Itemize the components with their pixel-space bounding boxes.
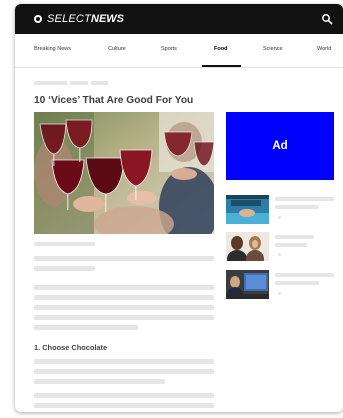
related-title-placeholder xyxy=(275,197,334,201)
breadcrumb-placeholder xyxy=(34,81,67,85)
category-nav: Breaking News Culture Sports Food Scienc… xyxy=(15,34,343,68)
related-meta-placeholder xyxy=(278,292,281,295)
breadcrumb-placeholder xyxy=(70,81,88,85)
ad-label: Ad xyxy=(272,140,288,152)
nav-item-sports[interactable]: Sports xyxy=(161,46,177,52)
logo-circle-icon xyxy=(34,15,42,23)
text-line-placeholder xyxy=(34,285,214,290)
article-title: 10 ‘Vices’ That Are Good For You xyxy=(34,95,194,106)
logo-select-text: SELECT xyxy=(47,13,91,25)
text-line-placeholder xyxy=(34,359,214,364)
text-line-placeholder xyxy=(34,403,214,408)
advertisement[interactable]: Ad xyxy=(226,112,334,180)
text-line-placeholder xyxy=(34,305,214,310)
related-title-placeholder xyxy=(275,205,319,209)
text-line-placeholder xyxy=(34,325,138,330)
image-caption-placeholder xyxy=(34,242,95,246)
related-title-placeholder xyxy=(275,235,314,239)
site-header: SELECT NEWS xyxy=(15,4,343,34)
site-logo[interactable]: SELECT NEWS xyxy=(34,12,124,26)
related-meta-placeholder xyxy=(278,253,281,256)
section-heading: 1. Choose Chocolate xyxy=(34,343,108,352)
nav-item-food[interactable]: Food xyxy=(214,46,227,52)
text-line-placeholder xyxy=(34,369,214,374)
search-icon[interactable] xyxy=(321,13,333,25)
nav-item-world[interactable]: World xyxy=(317,46,331,52)
related-thumbnail-1[interactable] xyxy=(226,195,269,224)
text-line-placeholder xyxy=(34,295,214,300)
related-title-placeholder xyxy=(275,243,307,247)
related-meta-placeholder xyxy=(278,216,281,219)
related-title-placeholder xyxy=(275,273,334,277)
active-tab-indicator xyxy=(202,65,241,67)
text-line-placeholder xyxy=(34,266,95,271)
text-line-placeholder xyxy=(34,393,214,398)
text-line-placeholder xyxy=(34,256,214,261)
browser-page: SELECT NEWS Breaking News Culture Sports… xyxy=(15,4,343,412)
related-title-placeholder xyxy=(275,281,319,285)
text-line-placeholder xyxy=(34,315,214,320)
logo-news-text: NEWS xyxy=(91,13,124,25)
related-thumbnail-3[interactable] xyxy=(226,270,269,299)
nav-item-culture[interactable]: Culture xyxy=(108,46,126,52)
text-line-placeholder xyxy=(34,379,165,384)
nav-item-science[interactable]: Science xyxy=(263,46,283,52)
related-thumbnail-2[interactable] xyxy=(226,232,269,261)
article-hero-image xyxy=(34,112,214,234)
breadcrumb-placeholder xyxy=(91,81,108,85)
nav-item-breaking-news[interactable]: Breaking News xyxy=(34,46,71,52)
